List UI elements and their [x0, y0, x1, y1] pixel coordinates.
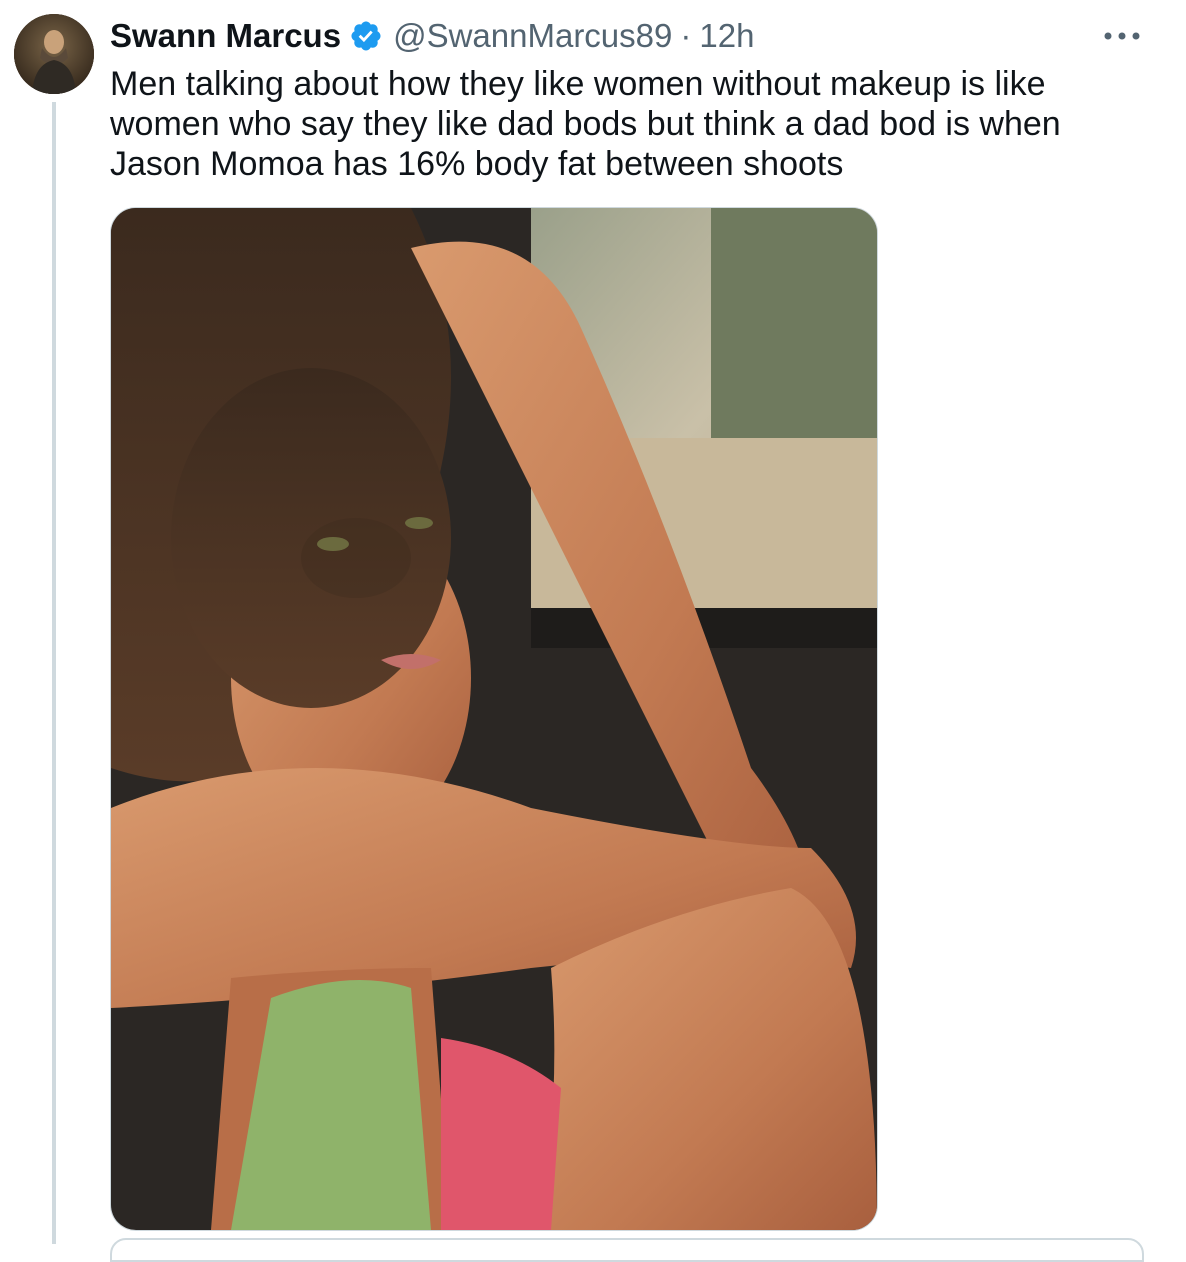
separator-dot: ·: [680, 17, 692, 54]
tweet-photo[interactable]: [110, 207, 878, 1231]
thread-line: [52, 102, 56, 1244]
tweet-text: Men talking about how they like women wi…: [110, 65, 1061, 183]
display-name[interactable]: Swann Marcus: [110, 17, 341, 55]
handle[interactable]: @SwannMarcus89: [393, 17, 672, 55]
timestamp[interactable]: 12h: [699, 17, 754, 55]
tweet[interactable]: Swann Marcus @SwannMarcus89 · 12h Men ta…: [0, 0, 1186, 1262]
photo-woman-in-car: [111, 208, 877, 1230]
more-horizontal-icon[interactable]: [1100, 24, 1144, 48]
avatar-portrait: [14, 14, 94, 94]
verified-badge-icon: [351, 21, 381, 51]
tweet-header: Swann Marcus @SwannMarcus89 · 12h: [110, 14, 754, 58]
avatar[interactable]: [14, 14, 94, 94]
next-tweet-card: [110, 1238, 1144, 1262]
